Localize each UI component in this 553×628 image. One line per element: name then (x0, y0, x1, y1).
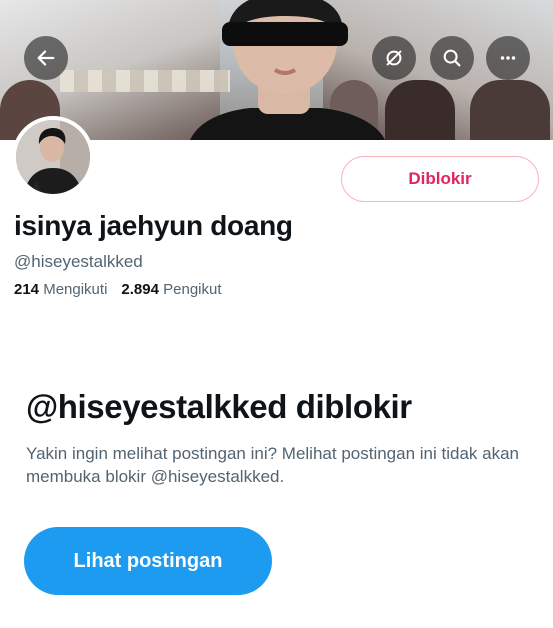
avatar[interactable] (12, 116, 94, 198)
follow-stats: 214 Mengikuti 2.894 Pengikut (14, 281, 222, 298)
display-name: isinya jaehyun doang (14, 210, 293, 241)
followers-link[interactable]: 2.894 Pengikut (121, 281, 221, 298)
view-posts-button[interactable]: Lihat postingan (24, 527, 272, 595)
search-icon (443, 49, 461, 67)
blocked-button[interactable]: Diblokir (341, 156, 539, 202)
avatar-photo (16, 120, 90, 194)
following-link[interactable]: 214 Mengikuti (14, 281, 107, 298)
arrow-left-icon (37, 50, 55, 66)
following-label: Mengikuti (43, 281, 108, 298)
more-icon (500, 56, 516, 60)
banner-person-photo (190, 0, 385, 140)
eye-off-icon (386, 50, 402, 66)
followers-label: Pengikut (163, 281, 222, 298)
banner-crowd-figure (470, 80, 550, 140)
followers-count: 2.894 (121, 281, 159, 298)
more-options-button[interactable] (486, 36, 530, 80)
profile-handle: @hiseyestalkked (14, 252, 143, 271)
back-button[interactable] (24, 36, 68, 80)
view-posts-button-label: Lihat postingan (73, 549, 223, 572)
hide-button[interactable] (372, 36, 416, 80)
blocked-notice-title: @hiseyestalkked diblokir (26, 388, 412, 425)
blocked-notice-description: Yakin ingin melihat postingan ini? Melih… (26, 444, 519, 486)
following-count: 214 (14, 281, 40, 298)
blocked-button-label: Diblokir (408, 169, 472, 188)
search-button[interactable] (430, 36, 474, 80)
